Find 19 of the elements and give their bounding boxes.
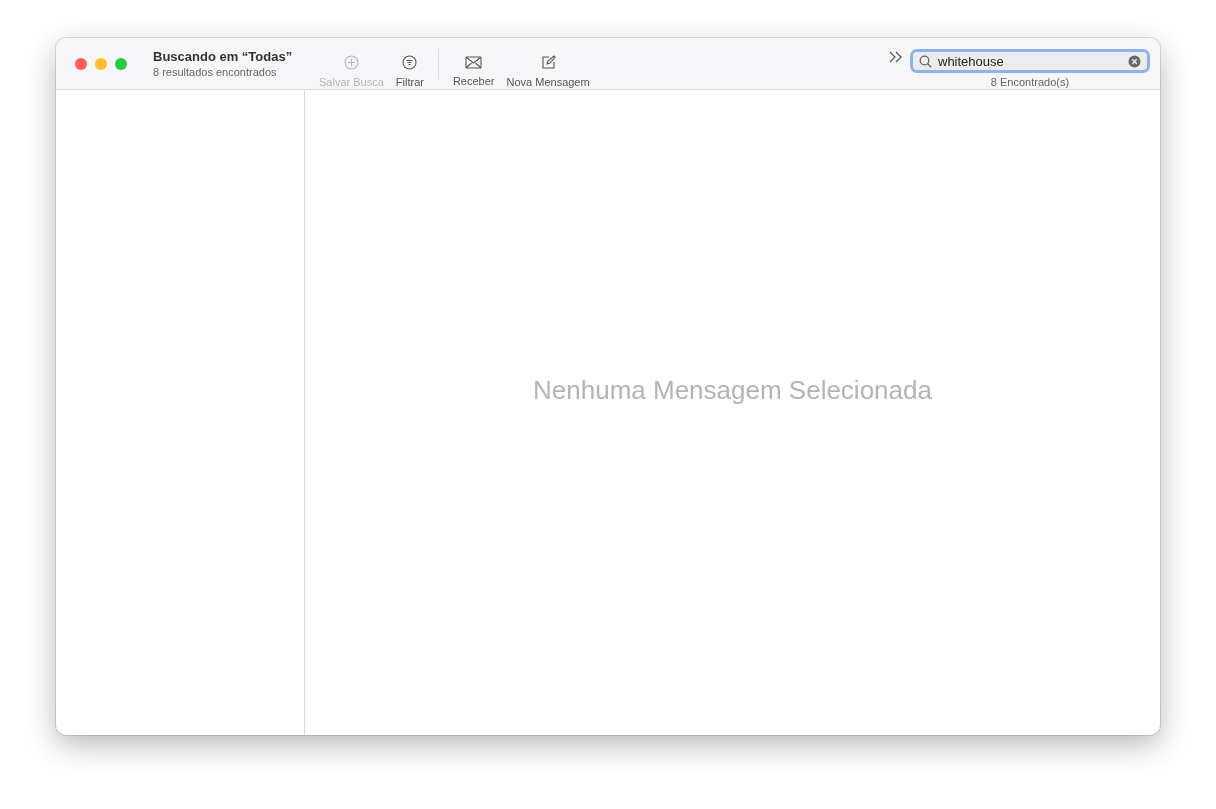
- search-input[interactable]: whitehouse: [938, 53, 1128, 69]
- empty-message: Nenhuma Mensagem Selecionada: [533, 375, 932, 406]
- result-count: 8 Encontrado(s): [990, 76, 1070, 88]
- toolbar-button[interactable]: Receber: [446, 52, 501, 87]
- clear-icon[interactable]: [1128, 54, 1141, 68]
- filter-icon: [402, 55, 418, 70]
- compose-icon: [540, 55, 556, 70]
- chevron-icon[interactable]: [889, 50, 902, 63]
- window-title: Buscando em “Todas”: [153, 49, 294, 64]
- window-subtitle: 8 resultados encontrados: [153, 66, 278, 78]
- search-field[interactable]: whitehouse: [910, 49, 1150, 73]
- plus-circle-icon: [343, 55, 359, 70]
- envelope-icon: [465, 56, 483, 69]
- search-icon: [919, 54, 932, 68]
- toolbar-button[interactable]: Nova Mensagem: [500, 51, 596, 88]
- minimize-button[interactable]: [95, 57, 107, 70]
- toolbar-button[interactable]: Filtrar: [389, 51, 430, 88]
- zoom-button[interactable]: [115, 57, 127, 70]
- close-button[interactable]: [75, 57, 87, 70]
